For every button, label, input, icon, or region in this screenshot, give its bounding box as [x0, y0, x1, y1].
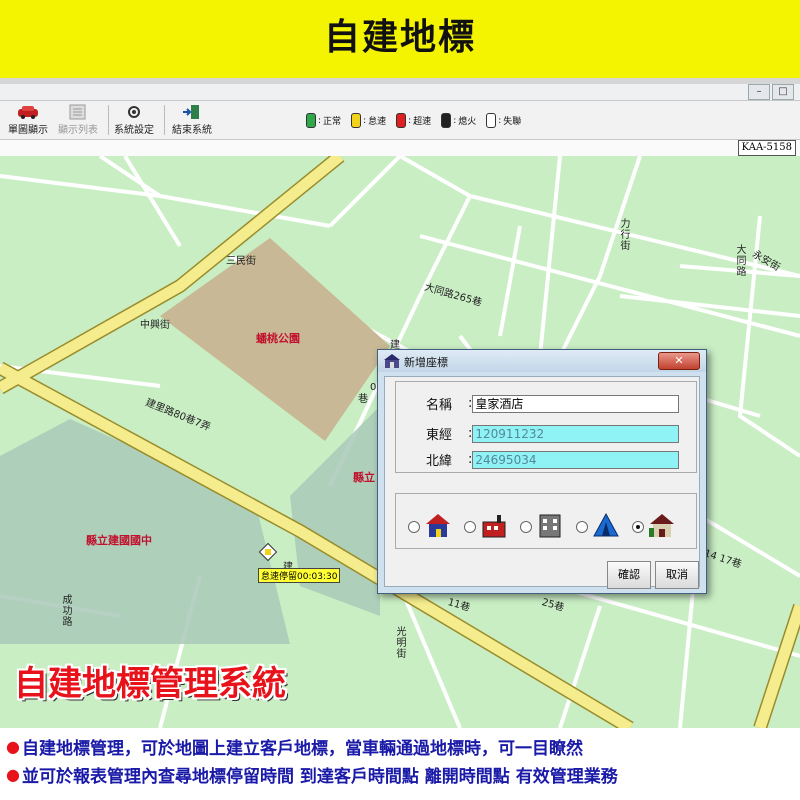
latitude-input[interactable]: [472, 450, 680, 469]
toolbar-separator: [164, 105, 165, 135]
coordinate-fields-group: 名稱 : 東經 : 北緯 :: [395, 381, 697, 473]
icon-radio[interactable]: [520, 521, 532, 533]
street-label: 成功路: [60, 594, 71, 627]
single-map-label: 單圖顯示: [8, 125, 48, 136]
name-input[interactable]: [472, 394, 680, 413]
longitude-label: 東經: [426, 428, 453, 443]
icon-radio[interactable]: [464, 521, 476, 533]
office-icon: [536, 512, 564, 542]
icon-option-office[interactable]: [520, 512, 564, 542]
status-row: KAA-5158: [0, 140, 800, 156]
white-car-icon: [486, 113, 497, 128]
black-car-icon: [441, 113, 452, 128]
bullet-icon: ●: [6, 765, 20, 784]
dialog-titlebar[interactable]: 新增座標 ✕: [378, 350, 706, 372]
minimize-button[interactable]: –: [748, 84, 770, 100]
bullet-icon: ●: [6, 737, 20, 756]
landmark-icon-group: [395, 493, 697, 549]
street-label: 三民街: [226, 256, 256, 267]
single-map-button[interactable]: 單圖顯示: [8, 103, 48, 137]
school-label: 縣立建國國中: [86, 534, 152, 547]
tent-icon: [592, 512, 620, 542]
status-legend: : 正常 : 怠速 : 超速 : 熄火 : 失聯: [306, 113, 521, 128]
street-label: 0: [370, 382, 377, 393]
system-settings-button[interactable]: 系統設定: [114, 103, 154, 137]
icon-option-villa[interactable]: [632, 512, 676, 542]
house-icon: [424, 512, 452, 542]
dialog-title: 新增座標: [404, 356, 448, 369]
icon-radio-selected[interactable]: [632, 521, 644, 533]
legend-speeding: : 超速: [396, 113, 431, 128]
list-icon: [68, 103, 88, 121]
legend-disconnected: : 失聯: [486, 113, 521, 128]
toolbar: 單圖顯示 顯示列表 系統設定 結束系統: 正常: 怠速: 超速: 熄火 …: [0, 100, 800, 140]
system-settings-label: 系統設定: [114, 125, 154, 136]
show-list-button[interactable]: 顯示列表: [58, 103, 98, 137]
description-line: ● 自建地標管理，可於地圖上建立客戶地標，當車輛通過地標時，可一目瞭然: [6, 737, 583, 759]
longitude-row: 東經 :: [426, 424, 680, 443]
red-car-icon: [396, 113, 407, 128]
school-label-2: 縣立: [353, 471, 375, 484]
street-label: 光明街: [394, 626, 405, 659]
close-button[interactable]: ✕: [658, 352, 700, 370]
icon-option-tent[interactable]: [576, 512, 620, 542]
cancel-button[interactable]: 取消: [655, 561, 699, 589]
yellow-car-icon: [351, 113, 362, 128]
legend-normal: : 正常: [306, 113, 341, 128]
top-banner: 自建地標: [0, 0, 800, 78]
settings-icon: [124, 103, 144, 121]
park-label: 蟠桃公園: [256, 332, 300, 345]
maximize-button[interactable]: □: [772, 84, 794, 100]
exit-system-button[interactable]: 結束系統: [172, 103, 212, 137]
icon-option-factory[interactable]: [464, 512, 508, 542]
icon-radio[interactable]: [576, 521, 588, 533]
green-car-icon: [306, 113, 316, 128]
app-window: – □ 單圖顯示 顯示列表 系統設定 結束系統: 正常: 怠速: 超速:…: [0, 84, 800, 156]
latitude-row: 北緯 :: [426, 450, 680, 469]
street-label: 力行街: [618, 218, 629, 251]
add-coordinate-dialog: 新增座標 ✕ 名稱 : 東經 : 北緯 :: [377, 349, 707, 594]
icon-option-house[interactable]: [408, 512, 452, 542]
latitude-label: 北緯: [426, 454, 453, 469]
vehicle-plate[interactable]: KAA-5158: [737, 140, 796, 156]
school-area-2: [290, 406, 380, 616]
street-label: 巷: [358, 394, 368, 405]
exit-system-label: 結束系統: [172, 125, 212, 136]
street-label: 中興街: [140, 320, 170, 331]
app-logo-icon: [384, 353, 400, 373]
legend-idle: : 怠速: [351, 113, 386, 128]
description-line: ● 並可於報表管理內查尋地標停留時間 到達客戶時間點 離開時間點 有效管理業務: [6, 765, 618, 787]
icon-radio[interactable]: [408, 521, 420, 533]
banner-title: 自建地標: [323, 17, 476, 58]
window-controls: – □: [748, 84, 794, 100]
vehicle-status-tag[interactable]: 怠速停留00:03:30: [258, 568, 341, 583]
longitude-input[interactable]: [472, 424, 680, 443]
name-label: 名稱: [426, 398, 453, 413]
legend-engine-off: : 熄火: [441, 113, 476, 128]
villa-icon: [648, 512, 676, 542]
dialog-body: 名稱 : 東經 : 北緯 :: [384, 376, 700, 589]
show-list-label: 顯示列表: [58, 125, 98, 136]
description: ● 自建地標管理，可於地圖上建立客戶地標，當車輛通過地標時，可一目瞭然 ● 並可…: [0, 728, 800, 800]
car-icon: [15, 103, 41, 121]
toolbar-separator: [108, 105, 109, 135]
factory-icon: [480, 512, 508, 542]
confirm-button[interactable]: 確認: [607, 561, 651, 589]
street-label: 大同路: [734, 244, 745, 277]
system-title: 自建地標管理系統: [14, 664, 286, 704]
name-row: 名稱 :: [426, 394, 680, 413]
exit-icon: [182, 103, 202, 121]
